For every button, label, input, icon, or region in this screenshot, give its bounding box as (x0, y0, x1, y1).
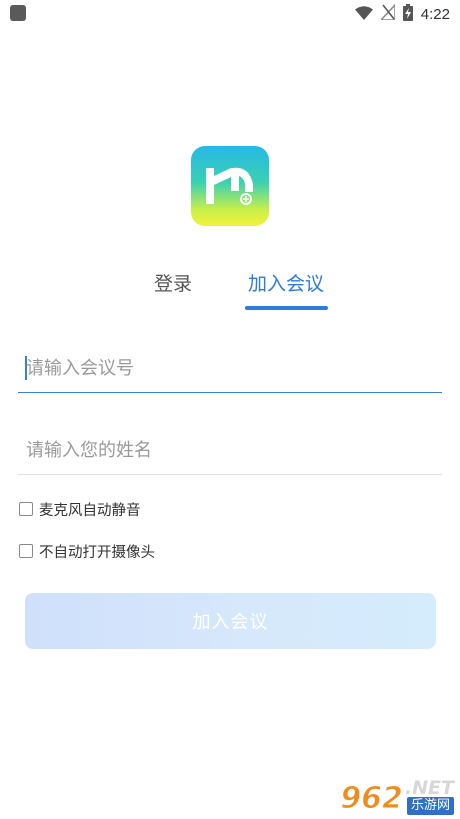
meeting-id-underline (18, 391, 442, 393)
status-icons: 4:22 (354, 3, 450, 25)
meeting-id-input[interactable] (18, 343, 442, 393)
app-logo-icon (191, 146, 269, 226)
camera-off-checkbox[interactable] (19, 544, 33, 558)
watermark-number: 962 (340, 781, 404, 816)
watermark-net: .NET (404, 777, 454, 799)
mute-mic-option[interactable]: 麦克风自动静音 (19, 499, 141, 519)
tab-join-meeting[interactable]: 加入会议 (248, 269, 324, 296)
battery-charging-icon (402, 3, 413, 25)
name-field (18, 425, 442, 475)
wifi-icon (354, 5, 373, 24)
name-input[interactable] (18, 425, 442, 475)
no-signal-icon (379, 3, 396, 24)
auth-tabs: 登录 加入会议 (0, 265, 460, 315)
join-meeting-button[interactable]: 加入会议 (25, 593, 436, 649)
notification-icon (10, 5, 26, 21)
camera-off-label: 不自动打开摄像头 (39, 544, 155, 561)
status-time: 4:22 (420, 5, 450, 23)
text-caret (25, 356, 27, 380)
tab-login[interactable]: 登录 (154, 269, 192, 296)
active-tab-indicator (245, 306, 328, 310)
status-bar: 4:22 (0, 0, 460, 28)
camera-off-option[interactable]: 不自动打开摄像头 (19, 541, 155, 561)
watermark-site: 乐游网 (406, 797, 454, 815)
watermark-logo: 962 .NET 乐游网 (340, 779, 454, 815)
meeting-id-field (18, 343, 442, 393)
mute-mic-checkbox[interactable] (19, 502, 33, 516)
mute-mic-label: 麦克风自动静音 (39, 502, 141, 519)
name-underline (18, 474, 442, 475)
